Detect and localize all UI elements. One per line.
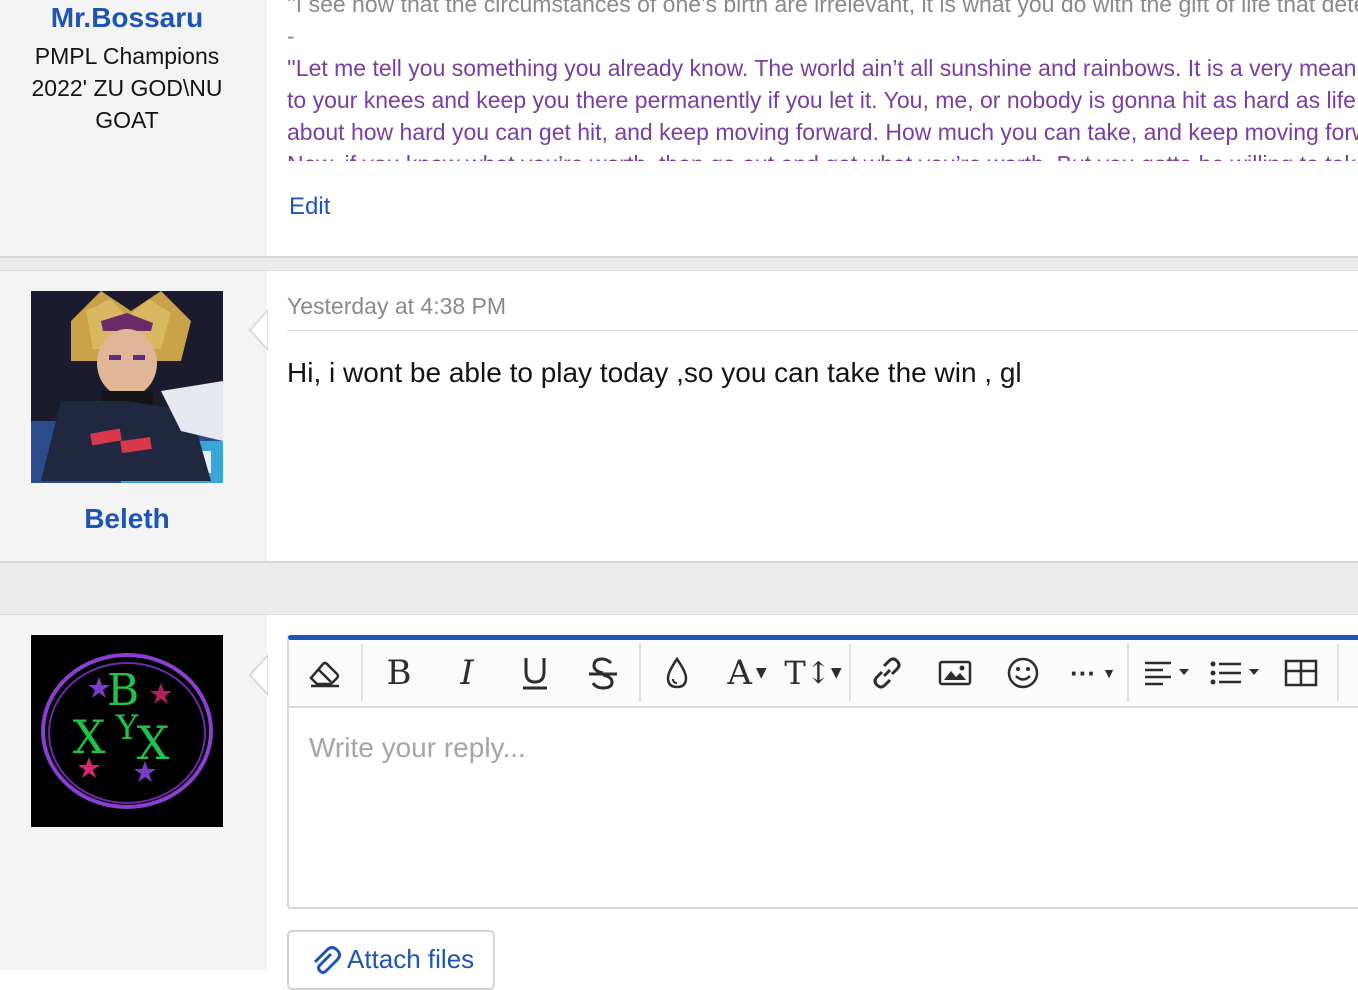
avatar-image-beleth bbox=[31, 291, 223, 483]
toolbar-separator bbox=[1337, 644, 1339, 702]
avatar[interactable]: B X X Y bbox=[31, 635, 223, 827]
post1-user-title: PMPL Champions 2022' ZU GOD\NU GOAT bbox=[0, 40, 254, 136]
signature-line: ''Let me tell you something you already … bbox=[287, 55, 1358, 81]
avatar-image-logo: B X X Y bbox=[31, 635, 223, 827]
user-title-line: 2022' ZU GOD\NU bbox=[31, 75, 223, 101]
signature-line: about how hard you can get hit, and keep… bbox=[287, 119, 1358, 145]
attach-files-button[interactable]: Attach files bbox=[287, 930, 495, 990]
paperclip-icon bbox=[313, 946, 341, 974]
signature-dash: - bbox=[287, 23, 295, 49]
signature-quote: ''I see how that the circumstances of on… bbox=[287, 0, 1358, 17]
toolbar-separator bbox=[1127, 644, 1129, 702]
link-icon[interactable] bbox=[867, 640, 907, 706]
text-color-icon[interactable] bbox=[657, 640, 697, 706]
user-title-line: PMPL Champions bbox=[34, 43, 220, 69]
image-icon[interactable] bbox=[935, 640, 975, 706]
speech-arrow-icon bbox=[248, 655, 270, 695]
post-message: Hi, i wont be able to play today ,so you… bbox=[287, 357, 1022, 388]
list-icon[interactable] bbox=[1205, 640, 1265, 706]
post1-username[interactable]: Mr.Bossaru bbox=[0, 2, 254, 34]
speech-arrow-icon bbox=[248, 310, 270, 350]
edit-link[interactable]: Edit bbox=[289, 193, 330, 221]
bold-icon[interactable]: B bbox=[379, 640, 419, 706]
more-options-icon[interactable]: ··· ▼ bbox=[1065, 640, 1121, 706]
align-icon[interactable] bbox=[1139, 640, 1195, 706]
timestamp-divider bbox=[287, 330, 1358, 331]
signature-line: to your knees and keep you there permane… bbox=[287, 87, 1358, 113]
reply-input-placeholder[interactable]: Write your reply... bbox=[309, 732, 526, 764]
post-divider bbox=[0, 561, 1358, 615]
attach-files-label: Attach files bbox=[347, 944, 475, 974]
font-size-icon[interactable]: T ↕ ▼ bbox=[784, 640, 841, 706]
eraser-icon[interactable] bbox=[303, 640, 347, 706]
post-timestamp[interactable]: Yesterday at 4:38 PM bbox=[287, 293, 506, 320]
table-icon[interactable] bbox=[1281, 640, 1321, 706]
toolbar-separator bbox=[849, 644, 851, 702]
post-divider bbox=[0, 256, 1358, 271]
italic-icon[interactable]: I bbox=[447, 640, 487, 706]
post2-username[interactable]: Beleth bbox=[0, 503, 254, 535]
svg-text:X: X bbox=[137, 716, 170, 770]
toolbar-separator bbox=[361, 644, 363, 702]
post1-signature: ''I see how that the circumstances of on… bbox=[287, 0, 1358, 161]
avatar[interactable] bbox=[31, 291, 223, 483]
svg-text:X: X bbox=[73, 710, 106, 764]
svg-text:Y: Y bbox=[115, 708, 139, 748]
smiley-icon[interactable] bbox=[1003, 640, 1043, 706]
font-family-icon[interactable]: A ▼ bbox=[719, 640, 775, 706]
signature-line: Now, if you know what you’re worth, then… bbox=[287, 148, 1358, 161]
underline-icon[interactable] bbox=[515, 640, 555, 706]
user-title-line: GOAT bbox=[95, 107, 159, 133]
strikethrough-icon[interactable] bbox=[583, 640, 623, 706]
editor-toolbar: B I A ▼ T ↕ ▼ ··· ▼ bbox=[289, 640, 1358, 708]
toolbar-separator bbox=[639, 644, 641, 702]
